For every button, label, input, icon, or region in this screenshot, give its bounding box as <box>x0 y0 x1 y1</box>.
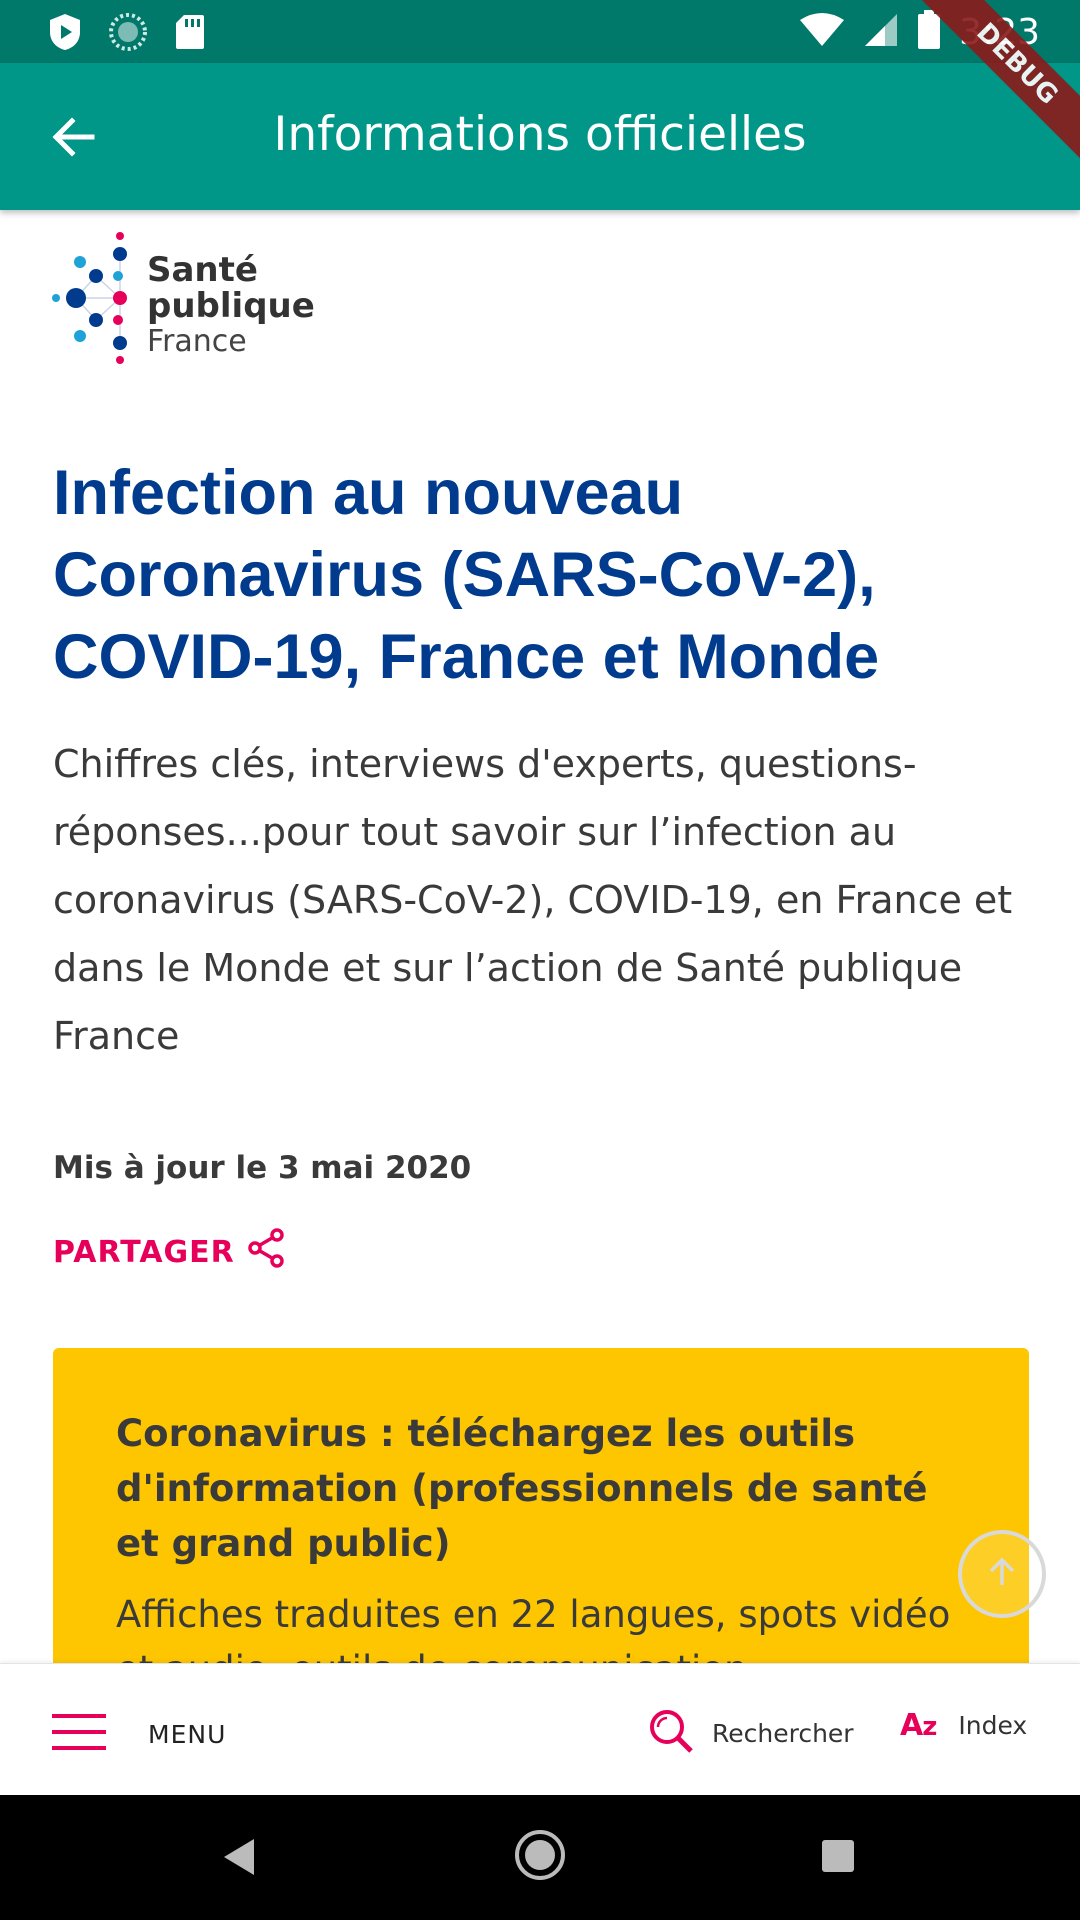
sync-icon <box>108 12 148 57</box>
logo-dots-icon <box>52 232 127 364</box>
system-navigation-bar <box>0 1795 1080 1920</box>
home-circle-icon[interactable] <box>514 1829 566 1886</box>
download-tools-card[interactable]: Coronavirus : téléchargez les outils d'i… <box>53 1348 1029 1663</box>
logo-line-1: Santé <box>147 250 258 290</box>
index-label: Index <box>958 1711 1028 1740</box>
search-label: Rechercher <box>712 1719 854 1748</box>
menu-label: MENU <box>148 1720 227 1749</box>
az-icon-z: z <box>922 1712 937 1742</box>
card-text: Affiches traduites en 22 langues, spots … <box>116 1593 951 1663</box>
recents-square-icon[interactable] <box>821 1839 855 1878</box>
article-updated-date: Mis à jour le 3 mai 2020 <box>53 1150 472 1186</box>
article-content[interactable]: Santé publique France Infection au nouve… <box>0 210 1080 1663</box>
app-bar-title: Informations officielles <box>273 107 807 162</box>
status-icons-left <box>48 12 206 57</box>
search-button[interactable]: Rechercher <box>648 1708 854 1759</box>
sante-publique-france-logo[interactable]: Santé publique France <box>50 228 315 368</box>
cell-signal-icon <box>863 12 899 53</box>
index-button[interactable]: Az Index <box>900 1708 1027 1743</box>
card-title: Coronavirus : téléchargez les outils d'i… <box>116 1412 928 1565</box>
battery-icon <box>917 10 941 55</box>
arrow-up-icon <box>985 1555 1019 1594</box>
article-intro: Chiffres clés, interviews d'experts, que… <box>53 742 1013 1058</box>
article-title: Infection au nouveau Coronavirus (SARS-C… <box>53 458 880 692</box>
sd-card-icon <box>174 13 206 56</box>
search-icon <box>648 1708 694 1759</box>
bottom-navigation: MENU Rechercher Az Index <box>0 1663 1080 1795</box>
back-triangle-icon[interactable] <box>222 1837 256 1882</box>
logo-line-2: publique <box>147 286 315 326</box>
play-protect-icon <box>48 12 82 57</box>
app-bar: Informations officielles <box>0 63 1080 210</box>
status-bar: 3:23 <box>0 0 1080 63</box>
share-label: PARTAGER <box>53 1234 235 1270</box>
share-icon <box>247 1228 285 1276</box>
az-index-icon: Az <box>900 1708 937 1743</box>
wifi-icon <box>799 12 845 53</box>
logo-line-3: France <box>147 324 247 359</box>
hamburger-menu-icon <box>52 1712 106 1757</box>
scroll-to-top-button[interactable] <box>958 1530 1046 1618</box>
menu-button[interactable]: MENU <box>52 1712 226 1757</box>
share-button[interactable]: PARTAGER <box>53 1228 285 1276</box>
az-icon-a: A <box>900 1708 923 1743</box>
logo-text: Santé publique France <box>147 252 315 360</box>
